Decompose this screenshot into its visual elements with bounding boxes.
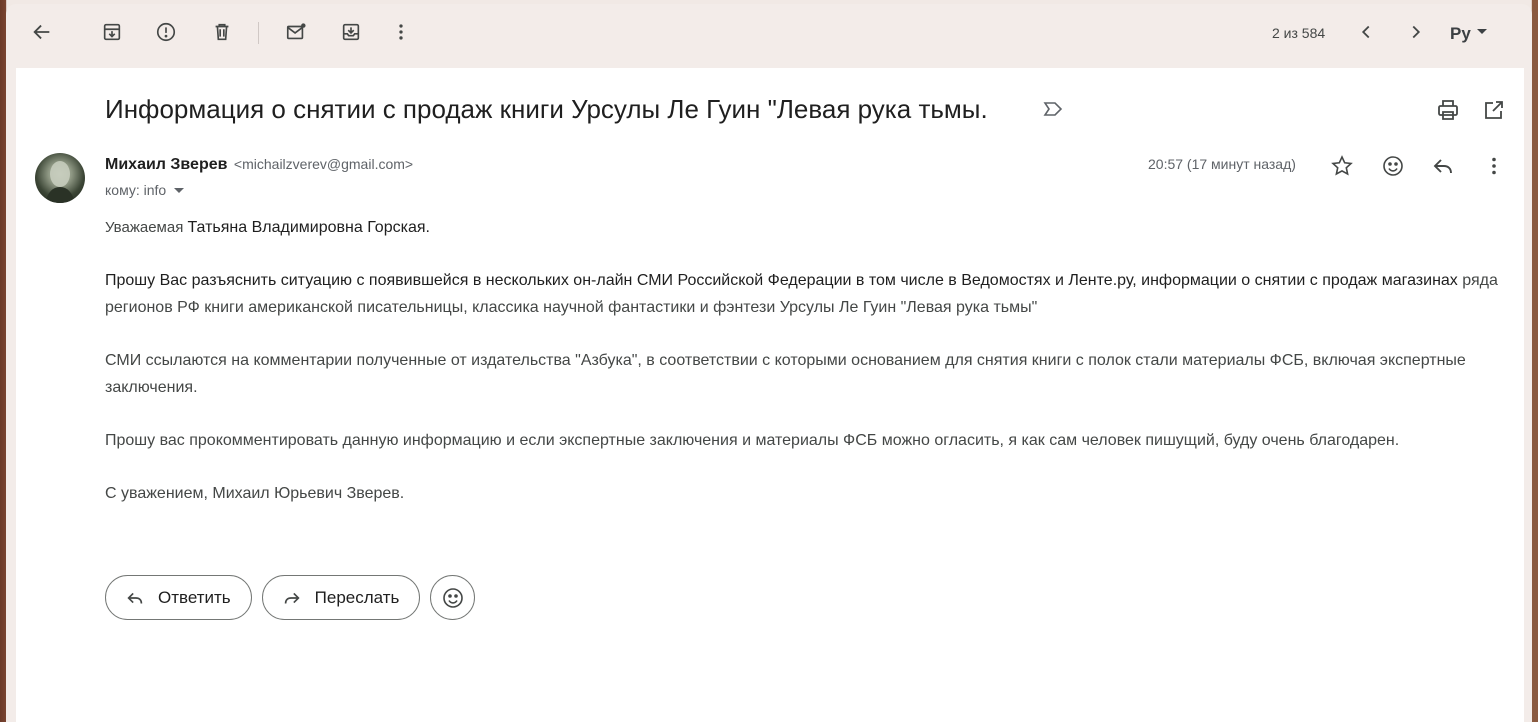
recipient-line: кому: info [105,182,185,198]
mark-unread-icon[interactable] [282,18,310,46]
message-body: Уважаемая Татьяна Владимировна Горская. … [105,214,1505,507]
paragraph-1-lead: Прошу Вас разъяснить ситуацию с появивше… [105,272,1458,289]
star-icon[interactable] [1330,154,1354,178]
pager-count: 2 из 584 [1272,25,1326,41]
back-arrow-icon[interactable] [28,18,56,46]
message-subject: Информация о снятии с продаж книги Урсул… [105,94,988,124]
toolbar-divider [258,22,259,44]
open-in-new-window-icon[interactable] [1482,98,1506,122]
salutation: Уважаемая Татьяна Владимировна Горская. [105,214,1505,241]
avatar [35,153,85,203]
reply-actions: Ответить Переслать [105,575,476,620]
message-time: 20:57 (17 минут назад) [1148,156,1296,172]
emoji-reaction-icon[interactable] [1381,154,1405,178]
reply-label: Ответить [158,587,231,607]
language-label: Ру [1450,24,1471,43]
message-pane: Информация о снятии с продаж книги Урсул… [16,68,1524,722]
show-details-chevron-icon[interactable] [174,187,185,193]
recipient-label: кому: info [105,182,167,198]
archive-icon[interactable] [98,18,126,46]
chevron-right-icon[interactable] [1402,18,1430,46]
label-tag-icon[interactable] [1042,100,1064,118]
reply-icon[interactable] [1431,154,1455,178]
more-vert-icon[interactable] [1482,154,1506,178]
salutation-prefix: Уважаемая [105,219,188,236]
delete-icon[interactable] [208,18,236,46]
report-spam-icon[interactable] [152,18,180,46]
emoji-reaction-button[interactable] [430,575,476,620]
move-to-icon[interactable] [337,18,365,46]
smiley-icon [443,587,463,608]
chevron-left-icon[interactable] [1352,18,1380,46]
reply-button[interactable]: Ответить [105,575,252,620]
chevron-down-icon [1476,28,1487,34]
signature: С уважением, Михаил Юрьевич Зверев. [105,485,405,502]
message-toolbar: 2 из 584 Ру [6,4,1532,64]
body-paragraph-2: СМИ ссылаются на комментарии полученные … [105,352,1466,396]
sender-line: Михаил Зверев <michailzverev@gmail.com> [105,156,413,174]
reply-icon [127,592,143,604]
forward-icon [284,592,300,604]
print-icon[interactable] [1436,98,1460,122]
body-paragraph-3: Прошу вас прокомментировать данную инфор… [105,432,1400,449]
body-paragraph-1: Прошу Вас разъяснить ситуацию с появивше… [105,267,1505,321]
input-language-selector[interactable]: Ру [1450,24,1487,44]
forward-label: Переслать [314,587,400,607]
sender-email: <michailzverev@gmail.com> [233,156,414,172]
salutation-name: Татьяна Владимировна Горская. [187,219,430,236]
mail-window: 2 из 584 Ру Информация о снятии с продаж… [6,4,1532,722]
forward-button[interactable]: Переслать [261,575,421,620]
more-vert-icon[interactable] [387,18,415,46]
sender-name[interactable]: Михаил Зверев [105,156,227,173]
